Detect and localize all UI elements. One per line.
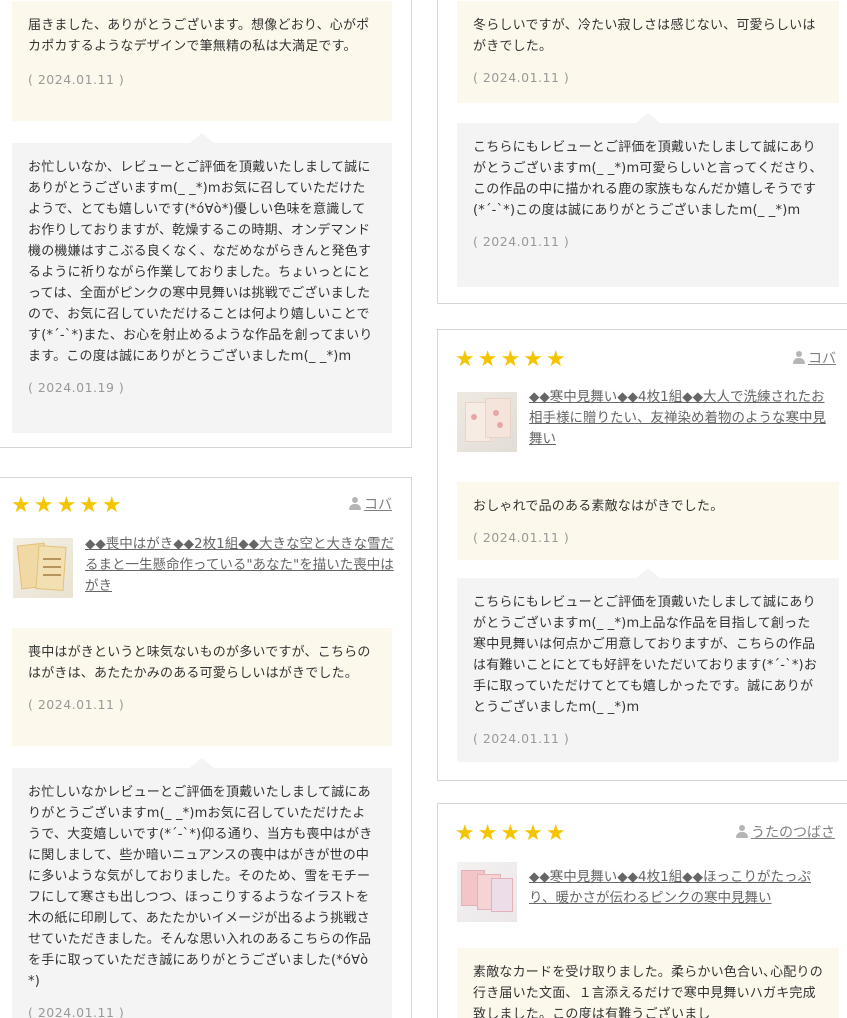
user-icon <box>793 351 805 365</box>
review-card-3: 冬らしいですが、冷たい寂しさは感じない、可愛らしいはがきでした。 ( 2024.… <box>437 0 847 304</box>
review-bubble: 届きました、ありがとうございます。想像どおり、心がポカポカするようなデザインで筆… <box>12 1 392 121</box>
user-icon <box>349 497 361 511</box>
review-date: ( 2024.01.11 ) <box>28 697 125 712</box>
reply-text: こちらにもレビューとご評価を頂戴いたしまして誠にありがとうございますm(_ _*… <box>473 595 818 715</box>
review-bubble: 素敵なカードを受け取りました。柔らかい色合い､心配りの行き届いた文面、１言添える… <box>457 948 839 1018</box>
rating-stars: ★★★★★ <box>11 493 125 518</box>
reviewer-name-link[interactable]: コバ <box>349 495 392 515</box>
review-bubble: おしゃれで品のある素敵なはがきでした。 ( 2024.01.11 ) <box>457 482 839 560</box>
review-bubble: 冬らしいですが、冷たい寂しさは感じない、可愛らしいはがきでした。 ( 2024.… <box>457 1 839 103</box>
review-date: ( 2024.01.11 ) <box>28 72 125 87</box>
review-date: ( 2024.01.11 ) <box>473 70 570 85</box>
reviewer-name: コバ <box>808 351 836 367</box>
product-link[interactable]: ◆◆喪中はがき◆◆2枚1組◆◆大きな空と大きな雪だるまと一生懸命作っている"あな… <box>85 534 395 597</box>
review-text: 喪中はがきというと味気ないものが多いですが、こちらのはがきは、あたたかみのある可… <box>28 645 371 681</box>
review-text: 冬らしいですが、冷たい寂しさは感じない、可愛らしいはがきでした。 <box>473 18 816 54</box>
rating-stars: ★★★★★ <box>455 821 569 846</box>
reviewer-name: コバ <box>364 497 392 513</box>
reply-bubble: お忙しいなか、レビューとご評価を頂戴いたしまして誠にありがとうございますm(_ … <box>12 133 392 433</box>
review-text: おしゃれで品のある素敵なはがきでした。 <box>473 499 724 514</box>
reviewer-name: うたのつばさ <box>751 825 835 841</box>
review-card-4: ★★★★★ コバ ◆◆寒中見舞い◆◆4枚1組◆◆大人で洗練されたお相手様に贈りた… <box>437 329 847 781</box>
product-link[interactable]: ◆◆寒中見舞い◆◆4枚1組◆◆大人で洗練されたお相手様に贈りたい、友禅染め着物の… <box>529 387 837 450</box>
review-card-5: ★★★★★ うたのつばさ ◆◆寒中見舞い◆◆4枚1組◆◆ほっこりがたっぷり、暖か… <box>437 803 847 1018</box>
reply-text: お忙しいなかレビューとご評価を頂戴いたしまして誠にありがとうございますm(_ _… <box>28 785 373 989</box>
reviewer-name-link[interactable]: うたのつばさ <box>736 823 835 843</box>
product-thumbnail[interactable] <box>457 392 517 452</box>
reply-bubble: こちらにもレビューとご評価を頂戴いたしまして誠にありがとうございますm(_ _*… <box>457 113 839 287</box>
reply-bubble: お忙しいなかレビューとご評価を頂戴いたしまして誠にありがとうございますm(_ _… <box>12 758 392 1018</box>
review-text: 素敵なカードを受け取りました。柔らかい色合い､心配りの行き届いた文面、１言添える… <box>473 965 823 1018</box>
reply-date: ( 2024.01.11 ) <box>28 1005 125 1018</box>
review-card-1: 届きました、ありがとうございます。想像どおり、心がポカポカするようなデザインで筆… <box>0 0 412 448</box>
review-text: 届きました、ありがとうございます。想像どおり、心がポカポカするようなデザインで筆… <box>28 18 370 54</box>
user-icon <box>736 825 748 839</box>
reviewer-name-link[interactable]: コバ <box>793 349 836 369</box>
reply-date: ( 2024.01.11 ) <box>473 731 570 746</box>
product-link[interactable]: ◆◆寒中見舞い◆◆4枚1組◆◆ほっこりがたっぷり、暖かさが伝わるピンクの寒中見舞… <box>529 867 837 909</box>
review-card-2: ★★★★★ コバ ◆◆喪中はがき◆◆2枚1組◆◆大きな空と大きな雪だるまと一生懸… <box>0 477 412 1018</box>
reply-bubble: こちらにもレビューとご評価を頂戴いたしまして誠にありがとうございますm(_ _*… <box>457 568 839 762</box>
product-thumbnail[interactable] <box>13 538 73 598</box>
reply-text: お忙しいなか、レビューとご評価を頂戴いたしまして誠にありがとうございますm(_ … <box>28 160 373 364</box>
review-bubble: 喪中はがきというと味気ないものが多いですが、こちらのはがきは、あたたかみのある可… <box>12 628 392 746</box>
review-date: ( 2024.01.11 ) <box>473 530 570 545</box>
reply-text: こちらにもレビューとご評価を頂戴いたしまして誠にありがとうございますm(_ _*… <box>473 140 823 218</box>
reply-date: ( 2024.01.19 ) <box>28 380 125 395</box>
rating-stars: ★★★★★ <box>455 347 569 372</box>
reply-date: ( 2024.01.11 ) <box>473 234 570 249</box>
product-thumbnail[interactable] <box>457 862 517 922</box>
